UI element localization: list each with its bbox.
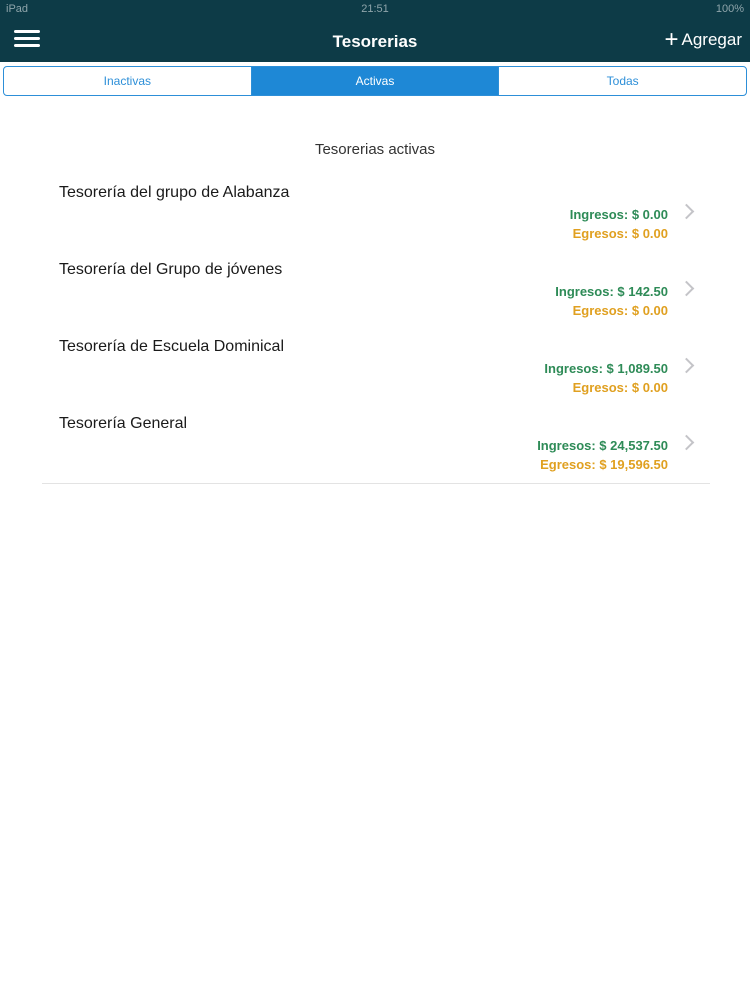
- chevron-right-icon: [678, 280, 695, 297]
- egresos-amount: Egresos: $ 0.00: [572, 226, 668, 241]
- egresos-amount: Egresos: $ 19,596.50: [540, 457, 668, 472]
- ingresos-amount: Ingresos: $ 24,537.50: [537, 438, 668, 453]
- plus-icon: +: [664, 26, 679, 53]
- treasury-row[interactable]: Tesorería del grupo de Alabanza Ingresos…: [0, 176, 750, 253]
- section-title: Tesorerias activas: [314, 141, 436, 158]
- battery-level: 100%: [715, 3, 744, 15]
- treasury-list: Tesorería del grupo de Alabanza Ingresos…: [0, 176, 750, 484]
- ingresos-amount: Ingresos: $ 1,089.50: [544, 361, 668, 376]
- chevron-right-icon: [678, 434, 695, 451]
- list-divider: [42, 483, 710, 484]
- treasury-row[interactable]: Tesorería de Escuela Dominical Ingresos:…: [0, 330, 750, 407]
- treasury-name: Tesorería de Escuela Dominical: [59, 338, 284, 355]
- tab-todas[interactable]: Todas: [499, 67, 746, 95]
- chevron-right-icon: [678, 203, 695, 220]
- treasury-amounts: Ingresos: $ 1,089.50 Egresos: $ 0.00: [544, 359, 668, 397]
- treasury-amounts: Ingresos: $ 0.00 Egresos: $ 0.00: [570, 205, 668, 243]
- treasury-name: Tesorería del Grupo de jóvenes: [59, 261, 283, 278]
- egresos-amount: Egresos: $ 0.00: [572, 303, 668, 318]
- treasury-amounts: Ingresos: $ 142.50 Egresos: $ 0.00: [555, 282, 668, 320]
- filter-segmented-control: Inactivas Activas Todas: [3, 66, 747, 96]
- chevron-right-icon: [678, 357, 695, 374]
- page-title: Tesorerias: [332, 32, 418, 51]
- add-button-label: Agregar: [681, 30, 742, 49]
- treasury-amounts: Ingresos: $ 24,537.50 Egresos: $ 19,596.…: [537, 436, 668, 474]
- tab-inactivas[interactable]: Inactivas: [4, 67, 252, 95]
- status-bar: iPad 21:51 100%: [0, 0, 750, 20]
- treasury-row[interactable]: Tesorería del Grupo de jóvenes Ingresos:…: [0, 253, 750, 330]
- treasury-row[interactable]: Tesorería General Ingresos: $ 24,537.50 …: [0, 407, 750, 484]
- status-time: 21:51: [361, 3, 389, 15]
- egresos-amount: Egresos: $ 0.00: [572, 380, 668, 395]
- ingresos-amount: Ingresos: $ 0.00: [569, 207, 668, 222]
- treasury-name: Tesorería General: [59, 415, 188, 432]
- add-button[interactable]: + Agregar: [664, 26, 743, 53]
- tab-activas[interactable]: Activas: [251, 67, 500, 95]
- top-navigation-bar: iPad 21:51 100% Tesorerias + Agregar: [0, 0, 750, 62]
- ingresos-amount: Ingresos: $ 142.50: [555, 284, 668, 299]
- treasury-name: Tesorería del grupo de Alabanza: [59, 184, 290, 201]
